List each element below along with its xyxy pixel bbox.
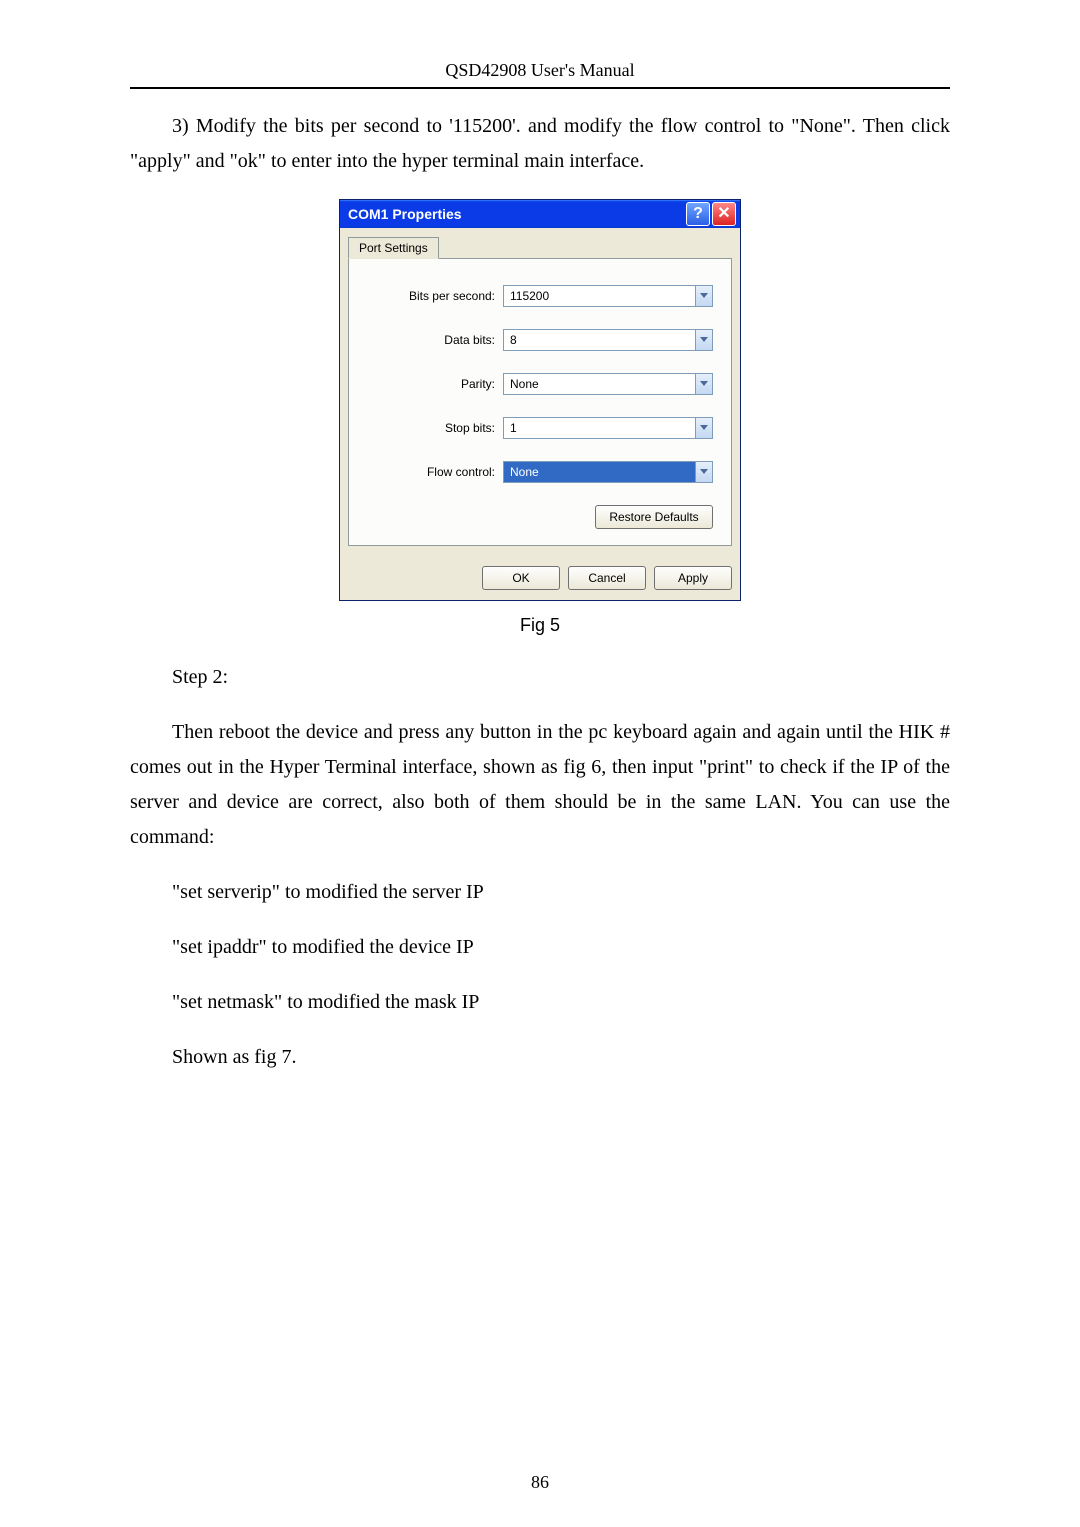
input-parity[interactable] [503,373,695,395]
chevron-down-icon[interactable] [695,329,713,351]
row-bits-per-second: Bits per second: [367,285,713,307]
chevron-down-icon[interactable] [695,461,713,483]
row-flow-control: Flow control: [367,461,713,483]
com1-properties-dialog: COM1 Properties ? ✕ Port Settings Bits p… [339,199,741,601]
cmd-ipaddr: "set ipaddr" to modified the device IP [130,930,950,965]
combo-flow-control[interactable] [503,461,713,483]
label-bits-per-second: Bits per second: [367,289,503,303]
input-bits-per-second[interactable] [503,285,695,307]
row-data-bits: Data bits: [367,329,713,351]
dialog-button-row: OK Cancel Apply [340,556,740,600]
cmd-serverip: "set serverip" to modified the server IP [130,875,950,910]
page-header: QSD42908 User's Manual [130,60,950,81]
help-icon[interactable]: ? [686,202,710,226]
cmd-netmask: "set netmask" to modified the mask IP [130,985,950,1020]
input-data-bits[interactable] [503,329,695,351]
label-data-bits: Data bits: [367,333,503,347]
port-settings-panel: Bits per second: Data bits: [348,258,732,546]
shown-as-fig7: Shown as fig 7. [130,1040,950,1075]
combo-data-bits[interactable] [503,329,713,351]
restore-defaults-button[interactable]: Restore Defaults [595,505,713,529]
close-icon[interactable]: ✕ [712,202,736,226]
dialog-title: COM1 Properties [348,206,684,222]
figure-caption: Fig 5 [130,615,950,636]
label-parity: Parity: [367,377,503,391]
header-rule [130,87,950,89]
paragraph-2: Then reboot the device and press any but… [130,715,950,855]
page-number: 86 [0,1472,1080,1493]
chevron-down-icon[interactable] [695,285,713,307]
label-stop-bits: Stop bits: [367,421,503,435]
input-stop-bits[interactable] [503,417,695,439]
ok-button[interactable]: OK [482,566,560,590]
combo-parity[interactable] [503,373,713,395]
combo-bits-per-second[interactable] [503,285,713,307]
paragraph-1: 3) Modify the bits per second to '115200… [130,109,950,179]
row-parity: Parity: [367,373,713,395]
row-stop-bits: Stop bits: [367,417,713,439]
dialog-titlebar[interactable]: COM1 Properties ? ✕ [340,200,740,228]
combo-stop-bits[interactable] [503,417,713,439]
label-flow-control: Flow control: [367,465,503,479]
apply-button[interactable]: Apply [654,566,732,590]
step-2-label: Step 2: [130,660,950,695]
chevron-down-icon[interactable] [695,417,713,439]
tab-port-settings[interactable]: Port Settings [348,237,439,259]
input-flow-control[interactable] [503,461,695,483]
cancel-button[interactable]: Cancel [568,566,646,590]
chevron-down-icon[interactable] [695,373,713,395]
